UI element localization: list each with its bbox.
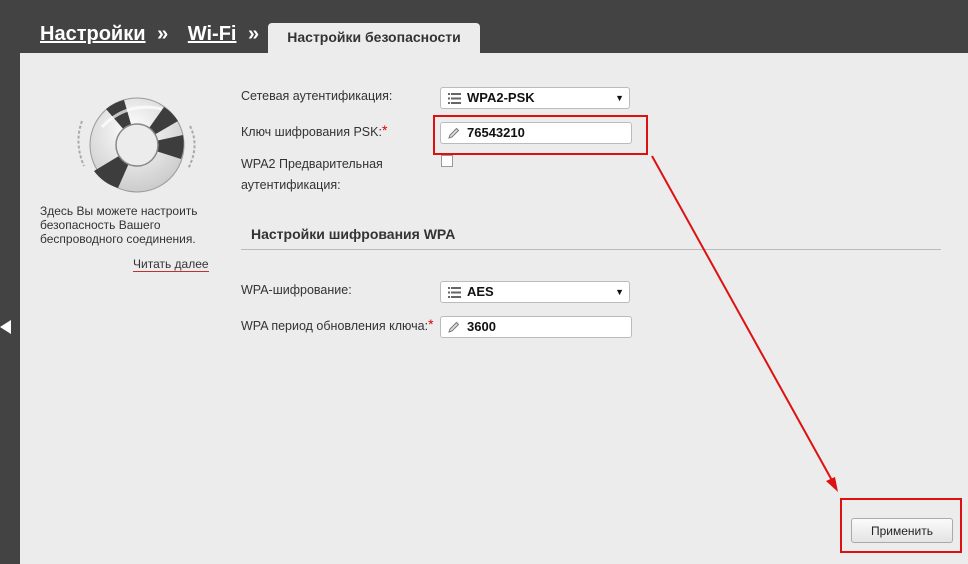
list-icon bbox=[447, 88, 461, 108]
required-mark: * bbox=[428, 316, 434, 332]
dropdown-caret-icon: ▼ bbox=[615, 287, 624, 297]
wpa-encryption-label: WPA-шифрование: bbox=[241, 283, 352, 297]
apply-highlight-box bbox=[840, 498, 962, 553]
wpa-encryption-value: AES bbox=[467, 284, 494, 299]
required-mark: * bbox=[381, 122, 388, 138]
wpa2-preauth-checkbox[interactable] bbox=[441, 155, 453, 167]
breadcrumb-settings-link[interactable]: Настройки bbox=[40, 23, 146, 45]
breadcrumb-wifi-link[interactable]: Wi-Fi bbox=[188, 23, 237, 45]
wpa2-preauth-label: WPA2 Предварительная аутентификация: bbox=[241, 157, 383, 192]
breadcrumb-separator: » bbox=[157, 23, 169, 45]
breadcrumb-separator: » bbox=[248, 23, 260, 45]
breadcrumb: Настройки » Wi-Fi » bbox=[40, 23, 273, 46]
back-arrow-icon[interactable] bbox=[0, 320, 11, 334]
lifebuoy-icon bbox=[77, 97, 196, 193]
wpa-rekey-label: WPA период обновления ключа:* bbox=[241, 316, 434, 337]
pencil-icon bbox=[447, 317, 461, 337]
psk-key-label: Ключ шифрования PSK:* bbox=[241, 122, 387, 143]
tab-security-settings[interactable]: Настройки безопасности bbox=[268, 23, 480, 54]
network-auth-label: Сетевая аутентификация: bbox=[241, 89, 393, 103]
dropdown-caret-icon: ▼ bbox=[615, 93, 624, 103]
read-more-link[interactable]: Читать далее bbox=[133, 257, 209, 272]
wpa-rekey-input[interactable]: 3600 bbox=[440, 316, 632, 338]
network-auth-value: WPA2-PSK bbox=[467, 90, 535, 105]
wpa-rekey-value: 3600 bbox=[467, 319, 496, 334]
list-icon bbox=[447, 282, 461, 302]
section-divider bbox=[241, 249, 941, 250]
wpa-encryption-select[interactable]: AES ▼ bbox=[440, 281, 630, 303]
network-auth-select[interactable]: WPA2-PSK ▼ bbox=[440, 87, 630, 109]
psk-key-label-text: Ключ шифрования PSK: bbox=[241, 125, 382, 139]
help-text: Здесь Вы можете настроить безопасность В… bbox=[40, 204, 198, 246]
wpa-rekey-label-text: WPA период обновления ключа: bbox=[241, 319, 429, 333]
wpa-section-title: Настройки шифрования WPA bbox=[251, 226, 456, 242]
psk-highlight-box bbox=[433, 115, 648, 155]
